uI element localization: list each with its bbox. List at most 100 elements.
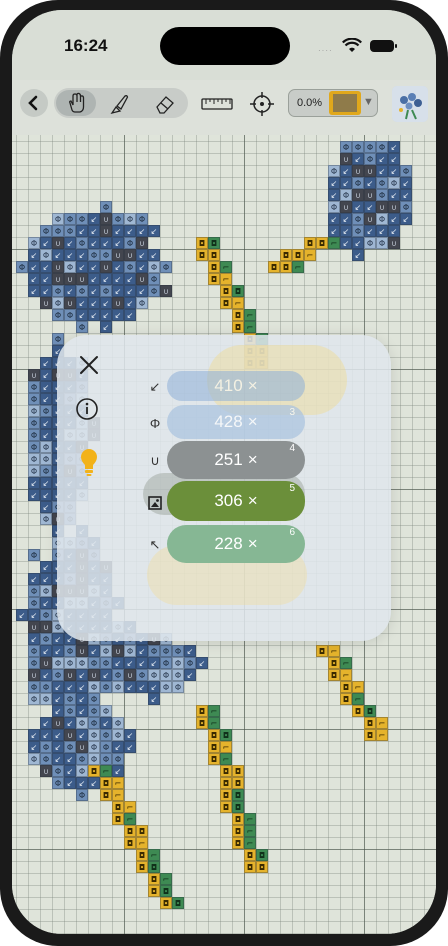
stitch-cell: ∪ [340, 201, 352, 213]
brush-tool-button[interactable] [106, 92, 132, 116]
stitch-cell: ↙ [352, 153, 364, 165]
progress-percentage: 0.0% [297, 97, 323, 109]
legend-item-1[interactable]: 410 × [167, 371, 305, 401]
hand-tool-button[interactable] [56, 90, 96, 116]
phi-icon: Φ [149, 415, 161, 431]
legend-item-5[interactable]: 228 × 6 [167, 525, 305, 563]
stitch-cell: ∪ [136, 237, 148, 249]
stitch-cell: Φ [40, 405, 52, 417]
stitch-cell: Φ [400, 165, 412, 177]
stitch-cell: Φ [376, 141, 388, 153]
triangle-down-icon[interactable]: ▼ [363, 96, 374, 108]
stitch-cell: ⌐ [376, 729, 388, 741]
legend-item-index: 3 [289, 407, 295, 418]
legend-item-4[interactable]: 306 × 5 [167, 481, 305, 521]
stitch-cell: ∪ [340, 153, 352, 165]
multiplier-label: × [247, 412, 258, 431]
stitch-cell: ↙ [112, 765, 124, 777]
stitch-cell: ∪ [364, 213, 376, 225]
center-view-button[interactable] [248, 90, 276, 118]
stitch-cell: ◘ [196, 705, 208, 717]
info-icon[interactable] [75, 397, 99, 421]
stitch-cell: ◘ [280, 249, 292, 261]
stitch-cell: Φ [172, 669, 184, 681]
stitch-cell: ⌐ [304, 249, 316, 261]
stitch-cell: ↙ [352, 237, 364, 249]
stitch-cell: Φ [376, 189, 388, 201]
stitch-cell: Φ [52, 333, 64, 345]
stitch-cell: ↙ [376, 165, 388, 177]
stitch-cell: ∪ [112, 249, 124, 261]
stitch-cell: Φ [40, 693, 52, 705]
stitch-cell: Φ [100, 285, 112, 297]
stitch-cell: Φ [88, 693, 100, 705]
stitch-cell: ◘ [220, 285, 232, 297]
stitch-cell: ↙ [64, 777, 76, 789]
stitch-cell: ◘ [208, 273, 220, 285]
stitch-cell: ◘ [88, 765, 100, 777]
stitch-cell: ↙ [340, 225, 352, 237]
stitch-cell: Φ [64, 309, 76, 321]
stitch-cell: Φ [100, 645, 112, 657]
stitch-cell: ↙ [64, 765, 76, 777]
stitch-cell: ↙ [52, 249, 64, 261]
stitch-cell: Φ [76, 213, 88, 225]
stitch-cell: Φ [352, 141, 364, 153]
stitch-cell: ↙ [328, 189, 340, 201]
stitch-cell: ↙ [184, 669, 196, 681]
stitch-cell: Φ [112, 729, 124, 741]
stitch-cell: Φ [52, 765, 64, 777]
stitch-cell: ∪ [64, 729, 76, 741]
legend-item-3[interactable]: 251 × 4 [167, 441, 305, 479]
stitch-cell: Φ [172, 645, 184, 657]
stitch-cell: ◘ [304, 237, 316, 249]
stitch-cell: ↙ [328, 225, 340, 237]
stitch-cell: ∪ [124, 249, 136, 261]
progress-color-selector[interactable]: 0.0% ▼ [288, 89, 378, 117]
stitch-cell: Φ [52, 285, 64, 297]
stitch-cell: Φ [124, 213, 136, 225]
stitch-cell: ↙ [88, 261, 100, 273]
stitch-cell: ↙ [124, 741, 136, 753]
stitch-cell: ◘ [268, 261, 280, 273]
stitch-cell: ↙ [100, 717, 112, 729]
status-time: 16:24 [64, 36, 108, 55]
stitch-cell: Φ [40, 741, 52, 753]
stitch-cell: ◘ [112, 801, 124, 813]
stitch-cell: ↙ [352, 201, 364, 213]
eraser-tool-button[interactable] [152, 92, 178, 116]
legend-item-2[interactable]: 428 × 3 [167, 405, 305, 439]
ruler-button[interactable] [200, 93, 234, 115]
stitch-cell: ↙ [376, 225, 388, 237]
stitch-cell: Φ [64, 705, 76, 717]
stitch-cell: Φ [364, 237, 376, 249]
stitch-cell: Φ [364, 141, 376, 153]
stitch-cell: Φ [40, 753, 52, 765]
stitch-cell: ⌐ [112, 789, 124, 801]
stitch-cell: Φ [16, 261, 28, 273]
back-button[interactable] [20, 89, 48, 117]
stitch-cell: ⌐ [244, 837, 256, 849]
stitch-cell: ↙ [124, 657, 136, 669]
legend-item-count: 251 [214, 450, 243, 469]
stitch-cell: Φ [28, 441, 40, 453]
lightbulb-icon[interactable] [78, 447, 100, 479]
close-icon[interactable] [77, 353, 101, 377]
stitch-cell: ◘ [256, 861, 268, 873]
pattern-thumbnail[interactable] [392, 86, 428, 122]
current-color-swatch[interactable] [329, 91, 361, 115]
stitch-cell: Φ [28, 405, 40, 417]
stitch-cell: ↙ [388, 165, 400, 177]
stitch-cell: ↙ [64, 717, 76, 729]
stitch-cell: ◘ [100, 777, 112, 789]
legend-item-count: 428 [214, 412, 243, 431]
stitch-cell: ↙ [28, 261, 40, 273]
arrow-down-left-icon: ↙ [149, 379, 161, 394]
stitch-cell: ↙ [112, 309, 124, 321]
stitch-cell: ◘ [220, 777, 232, 789]
stitch-cell: ↙ [124, 273, 136, 285]
stitch-cell: Φ [112, 213, 124, 225]
stitch-cell: ↙ [76, 681, 88, 693]
stitch-cell: ⌐ [244, 825, 256, 837]
stitch-cell: ↙ [40, 477, 52, 489]
